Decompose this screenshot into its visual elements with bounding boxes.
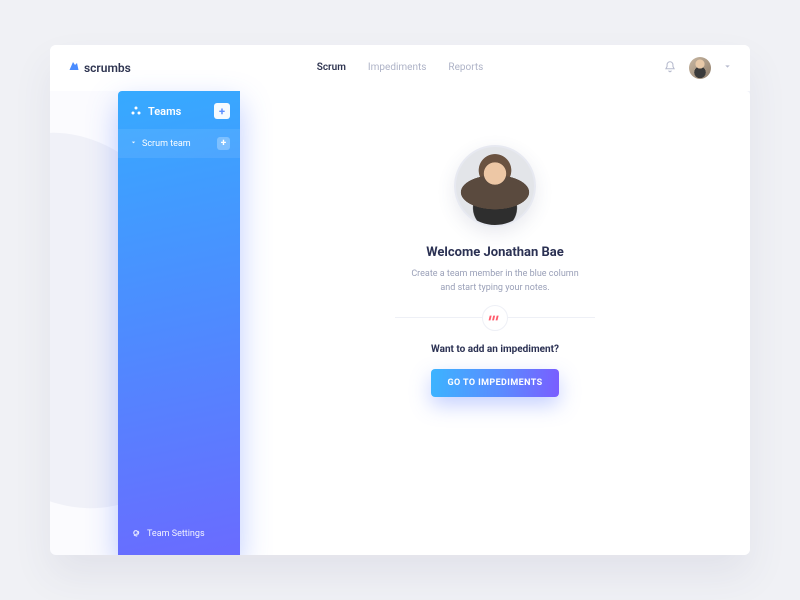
welcome-heading: Welcome Jonathan Bae — [426, 245, 564, 260]
brand: scrumbs — [68, 60, 131, 76]
nav-scrum[interactable]: Scrum — [317, 62, 346, 75]
subtext-line-2: and start typing your notes. — [440, 283, 549, 293]
teams-icon — [130, 105, 142, 117]
nav-impediments[interactable]: Impediments — [368, 62, 427, 75]
subtext-line-1: Create a team member in the blue column — [411, 269, 578, 279]
section-divider — [395, 317, 595, 318]
user-avatar-small[interactable] — [689, 57, 711, 79]
topbar-right — [663, 57, 732, 79]
sidebar-item-label: Scrum team — [142, 139, 191, 149]
sidebar-item-scrum-team[interactable]: Scrum team + — [118, 129, 240, 158]
left-gutter — [50, 91, 118, 555]
go-to-impediments-button[interactable]: GO TO IMPEDIMENTS — [431, 369, 558, 397]
welcome-subtext: Create a team member in the blue column … — [411, 268, 578, 295]
gear-icon — [130, 527, 141, 541]
team-settings-link[interactable]: Team Settings — [118, 515, 240, 555]
topbar: scrumbs Scrum Impediments Reports — [50, 45, 750, 91]
notifications-icon[interactable] — [663, 59, 677, 78]
sidebar-title: Teams — [148, 105, 181, 118]
user-menu-chevron-icon[interactable] — [723, 62, 732, 74]
brand-name: scrumbs — [84, 61, 131, 75]
add-member-button[interactable]: + — [217, 137, 230, 150]
sidebar-header: Teams + — [118, 91, 240, 129]
main-panel: Welcome Jonathan Bae Create a team membe… — [240, 91, 750, 555]
app-window: scrumbs Scrum Impediments Reports Teams — [50, 45, 750, 555]
nav-reports[interactable]: Reports — [448, 62, 483, 75]
app-body: Teams + Scrum team + Team Settings Welco… — [50, 91, 750, 555]
impediment-prompt: Want to add an impediment? — [431, 344, 559, 355]
chevron-down-icon — [130, 139, 137, 148]
add-team-button[interactable]: + — [214, 103, 230, 119]
brand-logo-icon — [68, 60, 80, 76]
impediment-icon — [482, 305, 508, 331]
user-avatar-large — [454, 145, 536, 227]
teams-sidebar: Teams + Scrum team + Team Settings — [118, 91, 240, 555]
main-nav: Scrum Impediments Reports — [317, 62, 484, 75]
team-settings-label: Team Settings — [147, 529, 205, 539]
